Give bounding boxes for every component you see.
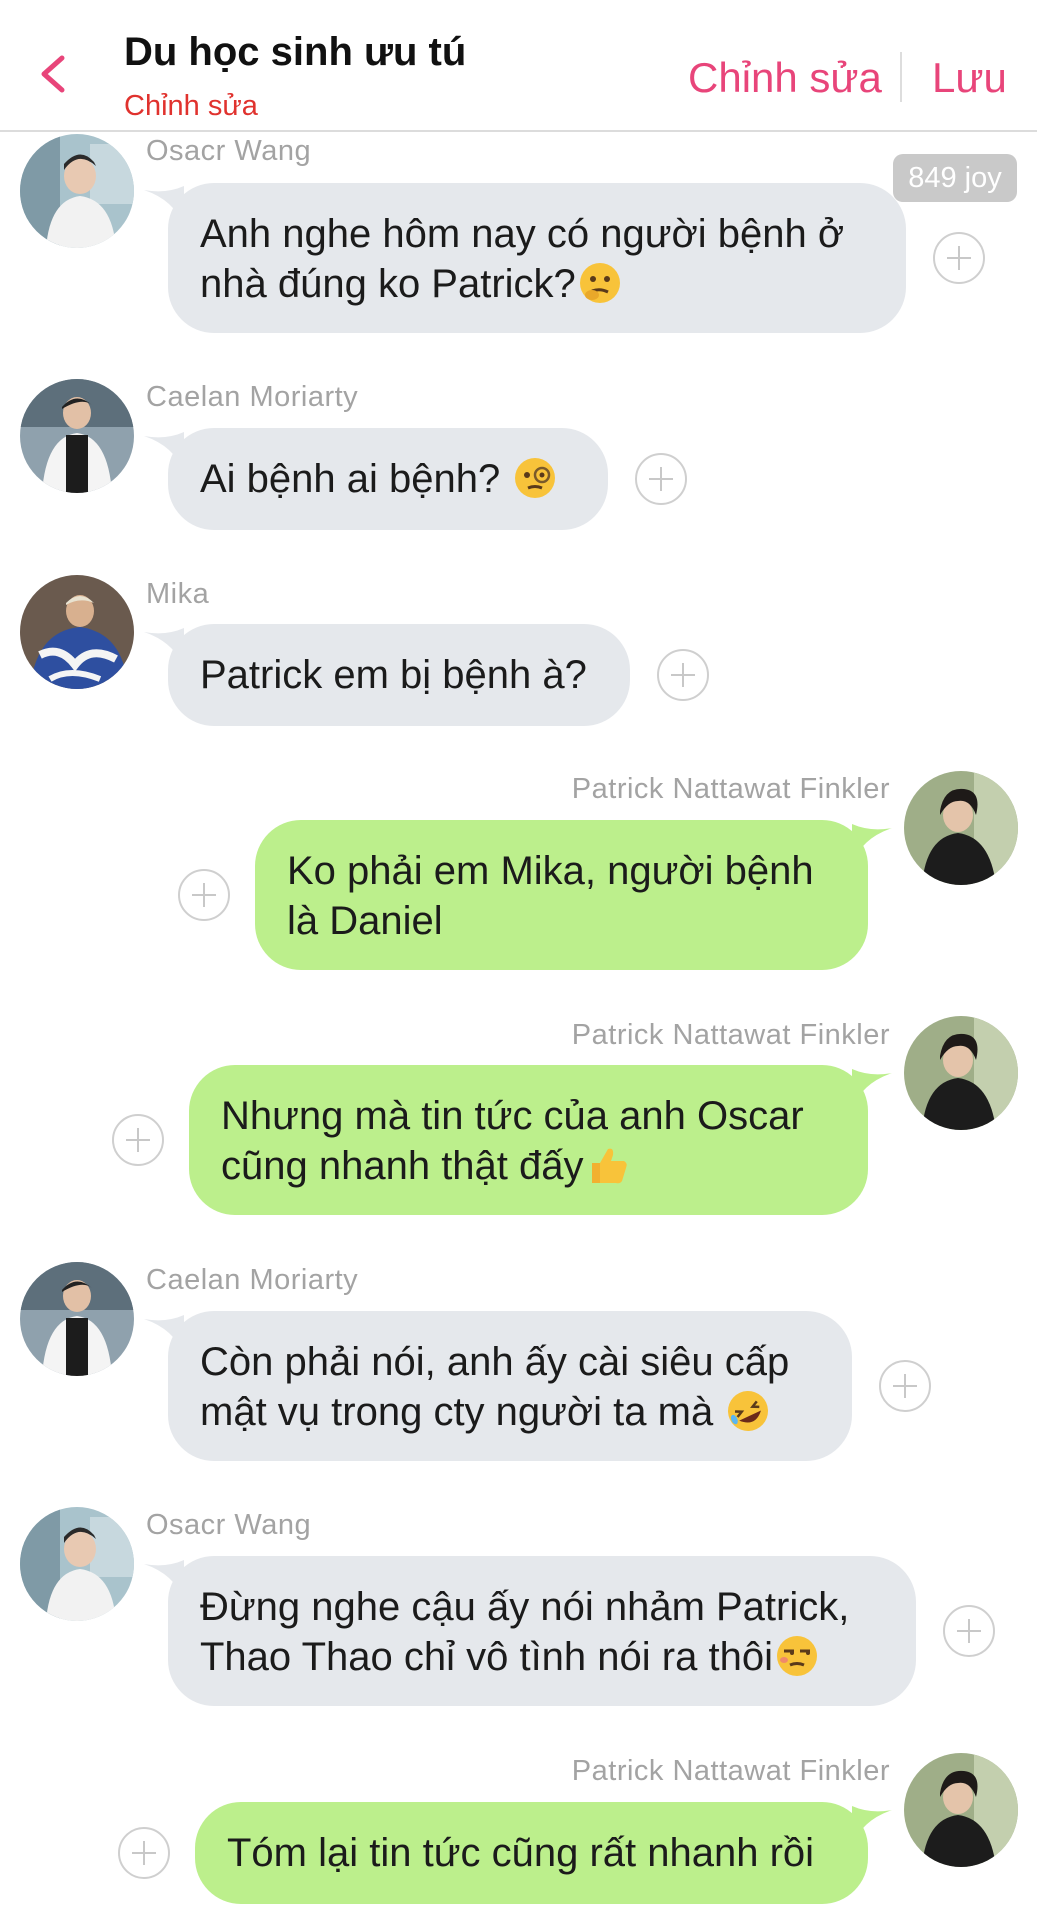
- sender-name: Osacr Wang: [146, 135, 312, 167]
- message-line: mật vụ trong cty người ta mà: [200, 1387, 820, 1437]
- rolling-laughing-emoji: [728, 1391, 769, 1431]
- sender-name: Patrick Nattawat Finkler: [571, 1019, 890, 1051]
- edit-button[interactable]: Chỉnh sửa: [688, 54, 882, 102]
- joy-count-badge: 849 joy: [893, 154, 1017, 202]
- message-line: Thao Thao chỉ vô tình nói ra thôi: [200, 1632, 884, 1682]
- avatar-osacr-wang[interactable]: [20, 134, 134, 248]
- sender-name: Mika: [146, 578, 210, 610]
- message-line: cũng nhanh thật đấy: [221, 1141, 836, 1191]
- sender-name: Patrick Nattawat Finkler: [571, 773, 890, 805]
- unamused-face-emoji: [776, 1636, 817, 1676]
- add-reaction-button[interactable]: [943, 1605, 995, 1657]
- avatar-mika[interactable]: [20, 575, 134, 689]
- message-line: Tóm lại tin tức cũng rất nhanh rồi: [227, 1831, 815, 1875]
- message-bubble[interactable]: Ai bệnh ai bệnh?: [168, 428, 608, 530]
- message-line: Ai bệnh ai bệnh?: [200, 454, 576, 504]
- avatar-osacr-wang[interactable]: [20, 1507, 134, 1621]
- message-line: Anh nghe hôm nay có người bệnh ở: [200, 212, 845, 256]
- message-line: Nhưng mà tin tức của anh Oscar: [221, 1094, 804, 1138]
- message-bubble[interactable]: Nhưng mà tin tức của anh Oscar cũng nhan…: [189, 1065, 868, 1215]
- add-reaction-button[interactable]: [879, 1360, 931, 1412]
- message-line: Patrick em bị bệnh à?: [200, 653, 587, 697]
- avatar-caelan-moriarty[interactable]: [20, 379, 134, 493]
- add-reaction-button[interactable]: [657, 649, 709, 701]
- thumbs-up-emoji: [591, 1148, 627, 1184]
- message-bubble[interactable]: Patrick em bị bệnh à?: [168, 624, 630, 726]
- message-line: Đừng nghe cậu ấy nói nhảm Patrick,: [200, 1585, 850, 1629]
- add-reaction-button[interactable]: [933, 232, 985, 284]
- message-line: là Daniel: [287, 899, 443, 943]
- avatar-patrick[interactable]: [904, 771, 1018, 885]
- message-bubble[interactable]: Đừng nghe cậu ấy nói nhảm Patrick, Thao …: [168, 1556, 916, 1706]
- add-reaction-button[interactable]: [112, 1114, 164, 1166]
- back-button[interactable]: [30, 44, 78, 104]
- chat-title: Du học sinh ưu tú: [124, 30, 467, 74]
- message-line: nhà đúng ko Patrick?: [200, 259, 874, 309]
- sender-name: Caelan Moriarty: [146, 1264, 359, 1296]
- message-line: Ko phải em Mika, người bệnh: [287, 849, 814, 893]
- message-bubble[interactable]: Tóm lại tin tức cũng rất nhanh rồi: [195, 1802, 868, 1904]
- avatar-patrick[interactable]: [904, 1753, 1018, 1867]
- chevron-left-icon: [41, 55, 65, 93]
- message-bubble[interactable]: Còn phải nói, anh ấy cài siêu cấp mật vụ…: [168, 1311, 852, 1461]
- avatar-patrick[interactable]: [904, 1016, 1018, 1130]
- add-reaction-button[interactable]: [178, 869, 230, 921]
- chat-header: Du học sinh ưu tú Chỉnh sửa Chỉnh sửa Lư…: [0, 0, 1037, 132]
- chat-subtitle[interactable]: Chỉnh sửa: [124, 90, 258, 123]
- avatar-caelan-moriarty[interactable]: [20, 1262, 134, 1376]
- message-bubble[interactable]: Ko phải em Mika, người bệnh là Daniel: [255, 820, 868, 970]
- save-button[interactable]: Lưu: [932, 54, 1007, 102]
- sender-name: Osacr Wang: [146, 1509, 312, 1541]
- sender-name: Caelan Moriarty: [146, 381, 359, 413]
- message-line: Còn phải nói, anh ấy cài siêu cấp: [200, 1340, 790, 1384]
- header-divider: [900, 52, 902, 102]
- message-bubble[interactable]: Anh nghe hôm nay có người bệnh ở nhà đún…: [168, 183, 906, 333]
- monocle-face-emoji: [515, 458, 556, 498]
- add-reaction-button[interactable]: [118, 1827, 170, 1879]
- sender-name: Patrick Nattawat Finkler: [571, 1755, 890, 1787]
- add-reaction-button[interactable]: [635, 453, 687, 505]
- thinking-face-emoji: [579, 263, 620, 303]
